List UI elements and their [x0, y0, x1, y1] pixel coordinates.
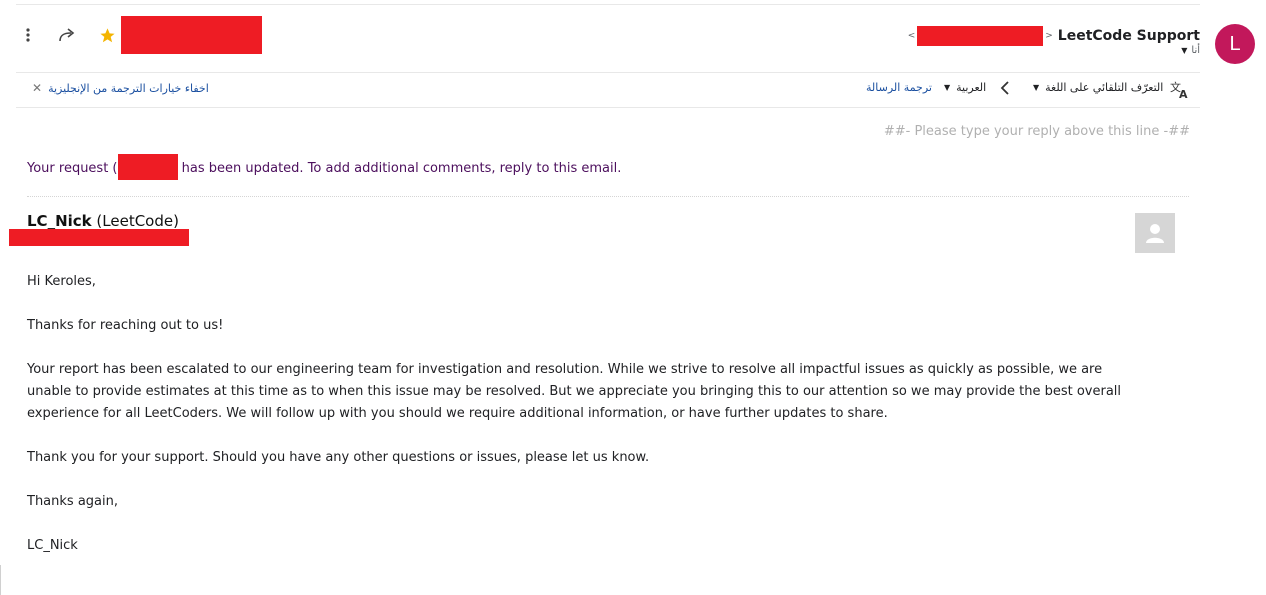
sender-angle-close: > — [1045, 31, 1053, 41]
close-icon[interactable]: ✕ — [32, 81, 42, 95]
target-language-select[interactable]: ▼ العربية — [944, 81, 986, 94]
forward-icon[interactable] — [55, 24, 79, 46]
paragraph-1: Thanks for reaching out to us! — [27, 318, 224, 333]
user-icon — [1146, 224, 1164, 243]
sender-name: LeetCode Support — [1057, 28, 1200, 44]
translate-icon: 文 A — [1169, 79, 1191, 99]
sender-angle-open: < — [907, 31, 916, 41]
translate-message-label[interactable]: ترجمة الرسالة — [866, 81, 932, 94]
source-language-select[interactable]: ▼ التعرّف التلقائي على اللغة — [1033, 81, 1163, 94]
greeting: Hi Keroles, — [27, 274, 96, 289]
top-border — [16, 4, 1200, 5]
redacted-subject — [121, 16, 262, 54]
more-options-icon[interactable] — [17, 24, 39, 46]
redacted-email — [917, 26, 1044, 46]
recipient-label: أنا — [1191, 45, 1200, 56]
chevron-down-icon: ▼ — [944, 83, 951, 92]
sender-avatar[interactable]: L — [1215, 24, 1255, 64]
svg-text:A: A — [1179, 88, 1188, 99]
translate-message-link[interactable]: ترجمة الرسالة — [866, 81, 932, 94]
paragraph-4: Thanks again, — [27, 494, 118, 509]
update-suffix: has been updated. To add additional comm… — [177, 161, 622, 176]
author-avatar — [1135, 213, 1175, 253]
reply-marker: ##- Please type your reply above this li… — [883, 124, 1190, 139]
signature: LC_Nick — [27, 538, 78, 553]
sender-line: < > LeetCode Support — [908, 26, 1200, 46]
hide-translate-options[interactable]: ✕ اخفاء خيارات الترجمة من الإنجليزية — [32, 81, 209, 95]
translate-bar: ✕ اخفاء خيارات الترجمة من الإنجليزية ترج… — [16, 72, 1200, 108]
source-language-label: التعرّف التلقائي على اللغة — [1045, 81, 1164, 94]
recipient-line[interactable]: ▼ أنا — [1181, 45, 1200, 56]
hide-translate-options-label[interactable]: اخفاء خيارات الترجمة من الإنجليزية — [48, 82, 209, 95]
paragraph-3: Thank you for your support. Should you h… — [27, 450, 650, 465]
chevron-down-icon[interactable]: ▼ — [1181, 46, 1187, 55]
redacted-request-id — [117, 154, 178, 180]
author-name: LC_Nick — [27, 212, 92, 230]
redacted-timestamp — [9, 229, 189, 246]
request-update-notice: Your request ( has been updated. To add … — [27, 154, 621, 180]
chevron-down-icon: ▼ — [1033, 83, 1040, 92]
comment-author: LC_Nick (LeetCode) — [27, 212, 179, 230]
target-language-label: العربية — [956, 81, 987, 94]
paragraph-2: Your report has been escalated to our en… — [27, 362, 1122, 421]
star-icon[interactable] — [96, 24, 118, 46]
author-org: (LeetCode) — [96, 212, 179, 230]
divider — [27, 196, 1189, 197]
left-border — [0, 565, 1, 595]
swap-languages-icon[interactable] — [1000, 80, 1010, 96]
update-prefix: Your request ( — [27, 161, 118, 176]
